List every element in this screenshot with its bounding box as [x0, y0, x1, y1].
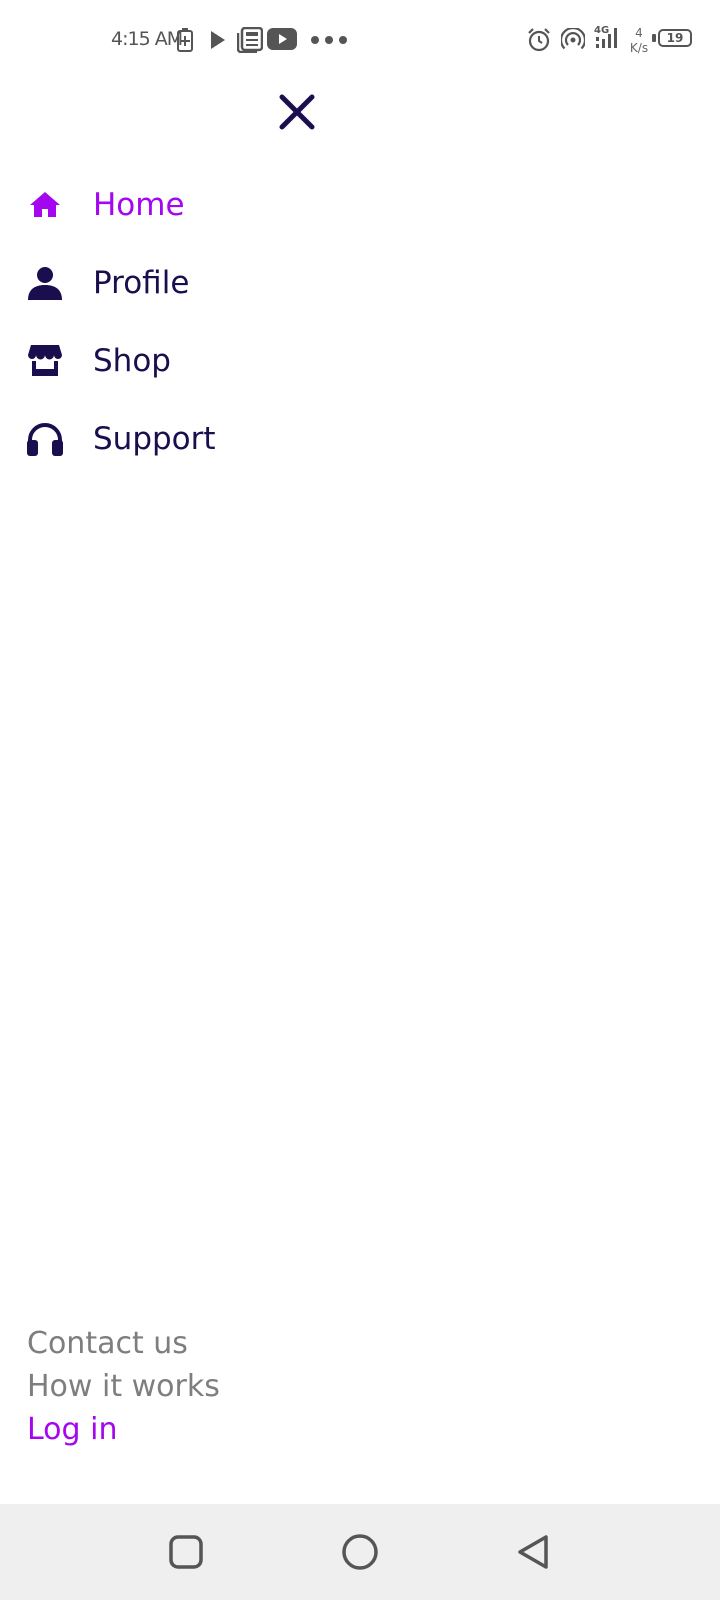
close-icon	[279, 94, 315, 130]
contact-us-link[interactable]: Contact us	[27, 1322, 220, 1365]
nav-menu: Home Profile Shop Support	[0, 166, 720, 478]
how-it-works-link[interactable]: How it works	[27, 1365, 220, 1408]
menu-item-label: Profile	[93, 265, 190, 301]
play-icon	[211, 31, 225, 49]
headphones-icon	[27, 423, 63, 456]
battery-icon: 19	[658, 29, 692, 47]
back-icon	[518, 1535, 548, 1569]
user-icon	[28, 267, 62, 300]
menu-item-label: Home	[93, 187, 185, 223]
signal-4g-icon: 4G	[594, 25, 617, 48]
menu-item-profile[interactable]: Profile	[0, 244, 720, 322]
home-icon	[30, 192, 60, 217]
store-icon	[28, 345, 62, 376]
recents-icon	[169, 1535, 203, 1569]
menu-item-label: Support	[93, 421, 216, 457]
menu-item-support[interactable]: Support	[0, 400, 720, 478]
youtube-icon	[267, 28, 297, 50]
hotspot-icon	[561, 28, 585, 50]
system-nav-bar	[0, 1504, 720, 1600]
close-button[interactable]	[277, 92, 317, 132]
network-speed: 4 K/s	[628, 26, 650, 56]
recents-button[interactable]	[166, 1532, 206, 1572]
more-dots-icon	[311, 36, 347, 44]
footer-links: Contact us How it works Log in	[27, 1322, 220, 1451]
battery-cap	[652, 34, 656, 42]
news-icon	[237, 27, 263, 53]
back-button[interactable]	[514, 1532, 554, 1572]
status-bar: 4:15 AM 4G 4 K/s 19	[0, 0, 720, 80]
battery-level: 19	[666, 31, 684, 45]
network-speed-unit: K/s	[629, 41, 649, 55]
home-nav-button[interactable]	[340, 1532, 380, 1572]
battery-charging-icon	[177, 28, 193, 52]
menu-item-label: Shop	[93, 343, 171, 379]
alarm-icon	[528, 28, 550, 52]
svg-text:4G: 4G	[594, 25, 609, 36]
menu-item-shop[interactable]: Shop	[0, 322, 720, 400]
menu-item-home[interactable]: Home	[0, 166, 720, 244]
status-time: 4:15 AM	[111, 28, 183, 50]
network-speed-value: 4	[635, 26, 643, 40]
log-in-link[interactable]: Log in	[27, 1408, 220, 1451]
home-circle-icon	[342, 1534, 378, 1570]
